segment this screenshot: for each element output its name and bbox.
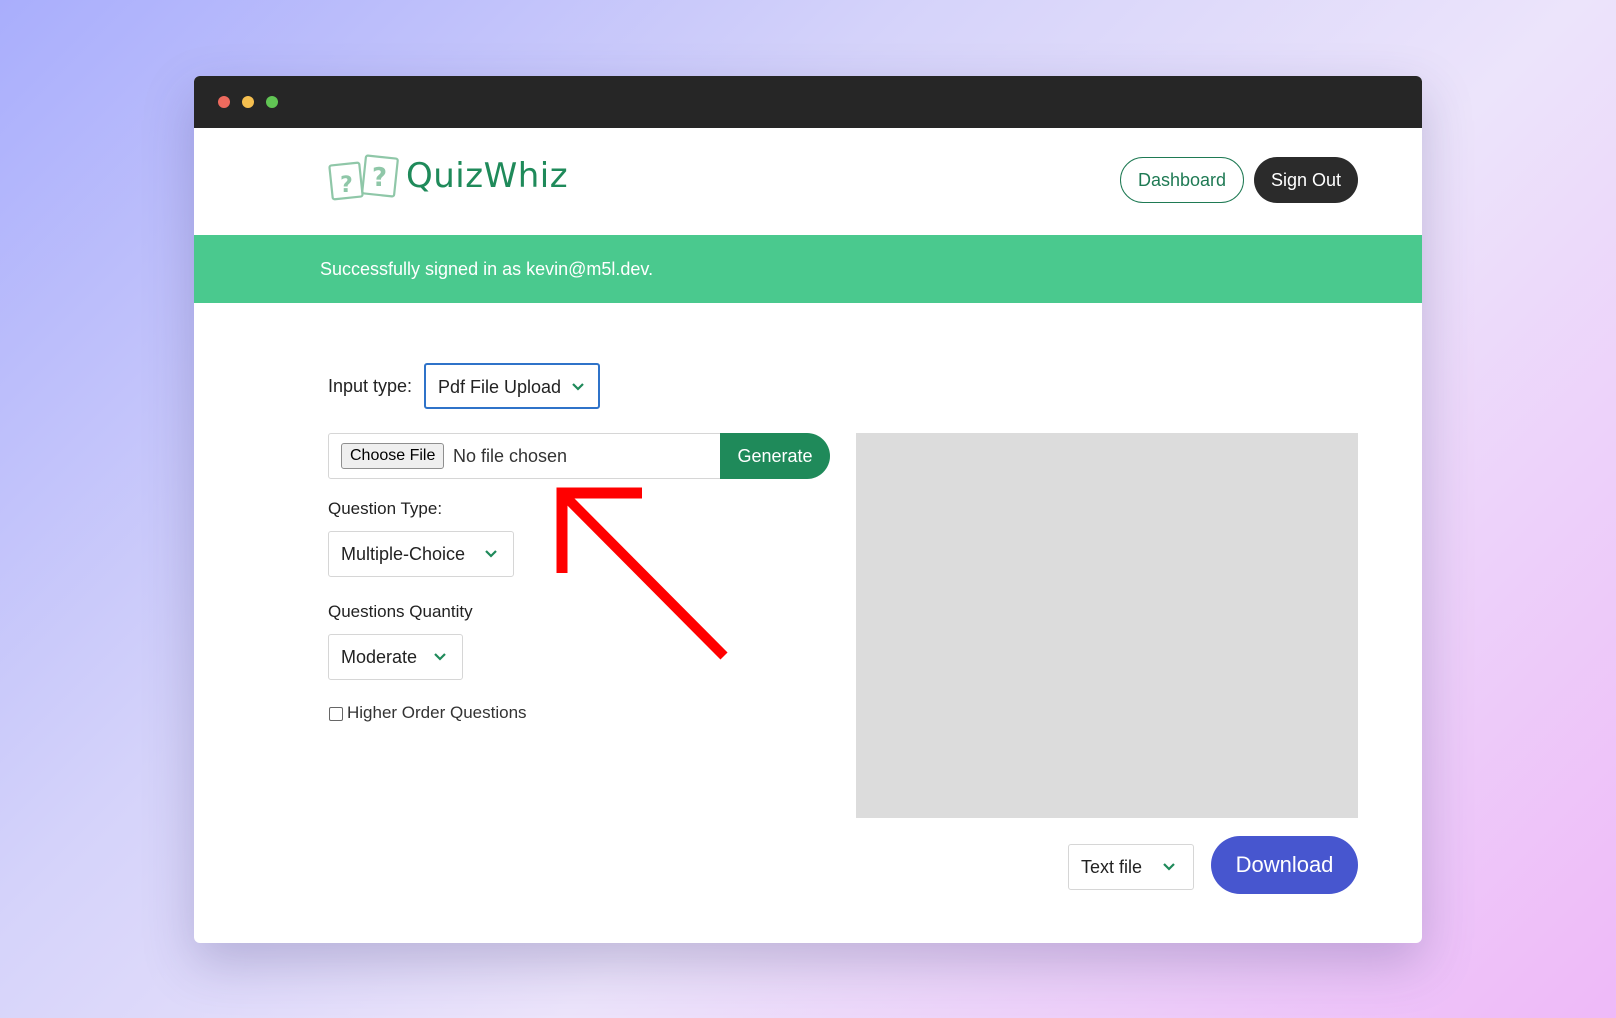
chevron-down-icon	[485, 550, 497, 558]
questions-quantity-select[interactable]: Moderate	[328, 634, 463, 680]
choose-file-button[interactable]: Choose File	[341, 443, 445, 469]
browser-window: ? ? QuizWhiz Dashboard Sign Out Successf…	[194, 76, 1422, 943]
higher-order-label[interactable]: Higher Order Questions	[347, 703, 527, 723]
generate-button[interactable]: Generate	[720, 433, 830, 479]
chevron-down-icon	[1163, 863, 1175, 871]
download-format-value: Text file	[1081, 857, 1143, 877]
input-type-select[interactable]: Pdf File Upload	[424, 363, 600, 409]
svg-text:?: ?	[340, 173, 353, 198]
higher-order-checkbox[interactable]	[329, 707, 343, 721]
close-window-button[interactable]	[218, 96, 230, 108]
download-button[interactable]: Download	[1211, 836, 1358, 894]
banner-message: Successfully signed in as kevin@m5l.dev.	[320, 259, 654, 279]
title-bar	[194, 76, 1422, 128]
red-arrow-icon	[556, 487, 728, 660]
questions-quantity-value: Moderate	[341, 647, 418, 667]
input-type-label: Input type:	[328, 376, 413, 396]
question-type-label: Question Type:	[328, 499, 443, 518]
minimize-window-button[interactable]	[242, 96, 254, 108]
question-cards-icon: ? ?	[328, 154, 399, 201]
success-banner: Successfully signed in as kevin@m5l.dev.	[194, 235, 1422, 303]
file-input[interactable]: Choose File No file chosen	[328, 433, 728, 479]
output-preview[interactable]	[856, 433, 1358, 818]
input-type-value: Pdf File Upload	[438, 377, 562, 397]
question-type-value: Multiple-Choice	[341, 544, 466, 564]
chevron-down-icon	[434, 653, 446, 661]
file-status-text: No file chosen	[453, 446, 568, 466]
brand-name[interactable]: QuizWhiz	[406, 156, 568, 196]
questions-quantity-label: Questions Quantity	[328, 602, 473, 621]
sign-out-button[interactable]: Sign Out	[1254, 157, 1358, 203]
maximize-window-button[interactable]	[266, 96, 278, 108]
dashboard-button[interactable]: Dashboard	[1120, 157, 1244, 203]
question-type-select[interactable]: Multiple-Choice	[328, 531, 514, 577]
download-format-select[interactable]: Text file	[1068, 844, 1194, 890]
chevron-down-icon	[572, 383, 584, 391]
svg-text:?: ?	[372, 163, 387, 193]
app-header: ? ? QuizWhiz Dashboard Sign Out	[194, 128, 1422, 235]
